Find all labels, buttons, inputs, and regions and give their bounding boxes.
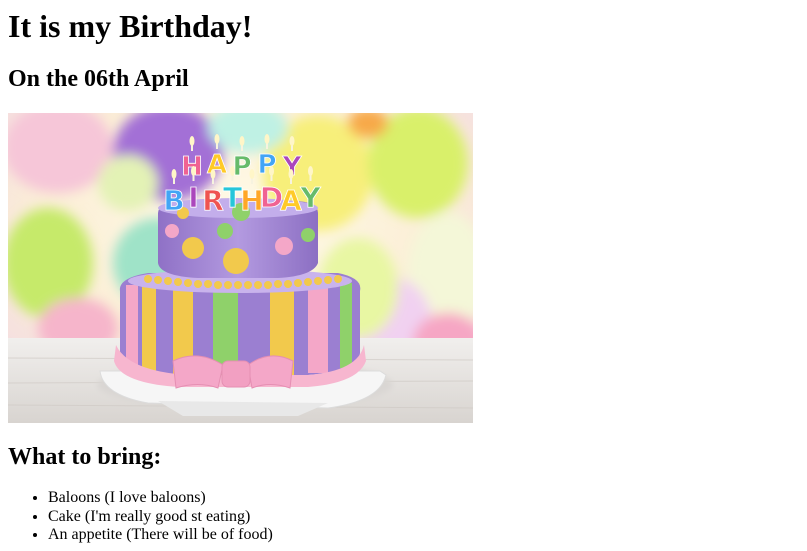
what-to-bring-heading: What to bring: xyxy=(8,444,162,470)
page-title: It is my Birthday! xyxy=(8,8,253,44)
list-item: An appetite (There will be of food) xyxy=(48,526,273,545)
candle-letter-top: P xyxy=(232,152,251,182)
candle-letter-top: P xyxy=(257,150,276,180)
candle-letter-bottom: I xyxy=(188,181,198,214)
candle-flame xyxy=(269,166,274,176)
candle-flame xyxy=(239,136,245,146)
candle-flame xyxy=(289,136,295,146)
candle-flame xyxy=(230,166,235,176)
candle-flame xyxy=(264,134,270,144)
bring-list: Baloons (I love baloons) Cake (I'm reall… xyxy=(8,489,273,545)
candle-flame xyxy=(189,136,195,146)
candle-flame xyxy=(214,134,220,144)
candle-flame xyxy=(288,169,294,179)
candle-flame xyxy=(171,169,177,179)
candle-flame xyxy=(191,166,196,176)
party-date-heading: On the 06th April xyxy=(8,66,189,92)
candle-letter-top: A xyxy=(207,150,227,180)
cake-bottom-tier xyxy=(119,269,361,375)
candle-letter-bottom: B xyxy=(163,184,184,217)
candle-flame xyxy=(308,166,313,176)
candle-letter-bottom: Y xyxy=(299,181,321,214)
candle-letter-bottom: T xyxy=(223,181,242,214)
candle-letter-bottom: R xyxy=(202,184,224,217)
list-item: Cake (I'm really good st eating) xyxy=(48,508,273,527)
list-item: Baloons (I love baloons) xyxy=(48,489,273,508)
candle-flame xyxy=(249,169,255,179)
candle-flame xyxy=(210,169,216,179)
candle-letter-bottom: A xyxy=(280,184,302,217)
birthday-cake-image: HAPPYBIRTHDAY xyxy=(8,113,473,423)
